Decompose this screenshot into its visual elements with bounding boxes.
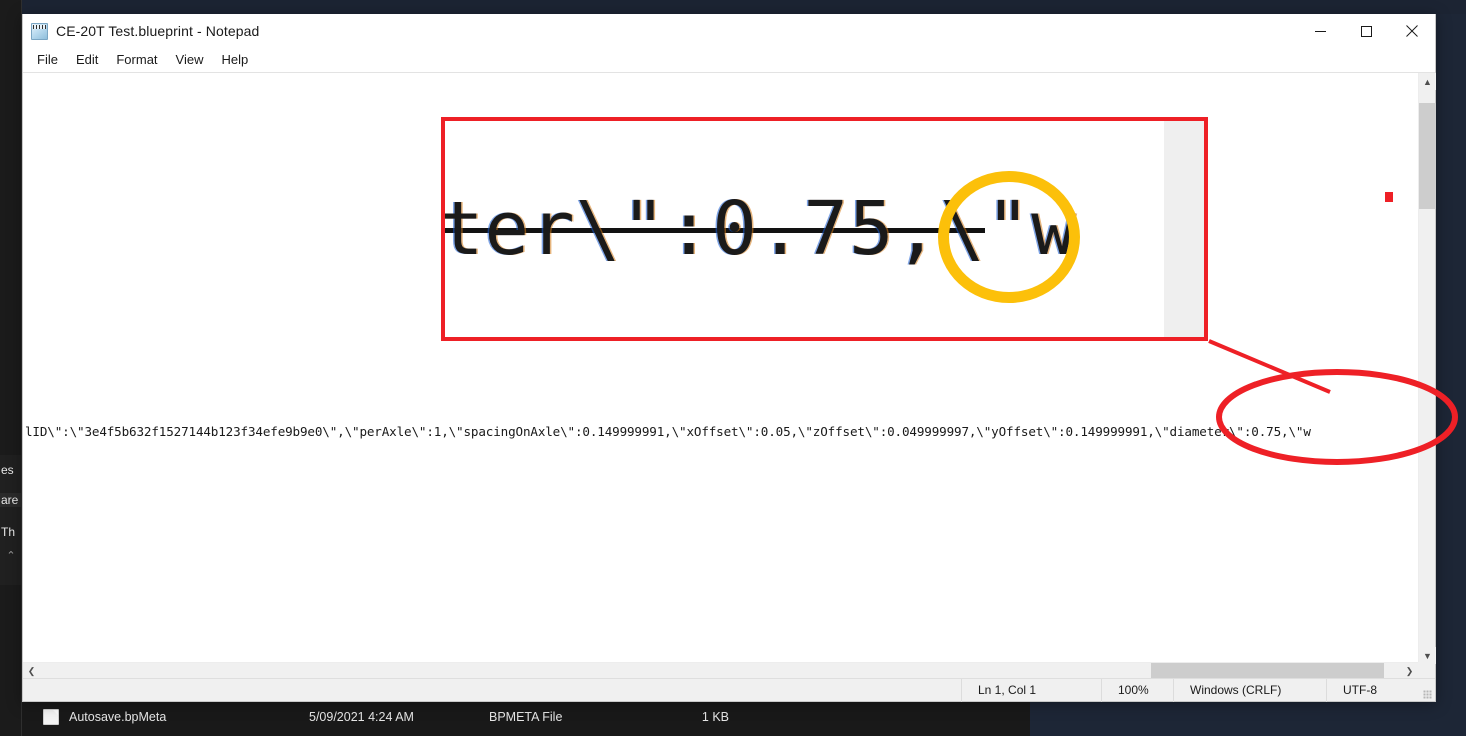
top-edge-strip [0,0,1466,14]
file-size: 1 KB [701,710,729,724]
scroll-left-button[interactable]: ❮ [23,663,40,679]
title-bar[interactable]: CE-20T Test.blueprint - Notepad [23,14,1435,48]
file-date: 5/09/2021 4:24 AM [309,710,414,724]
status-zoom: 100% [1101,678,1173,702]
menu-item-help[interactable]: Help [212,49,257,71]
maximize-button[interactable] [1343,14,1389,48]
vertical-scrollbar[interactable]: ▲ ▼ [1418,73,1436,664]
editor-line-1: lID\":\"3e4f5b632f1527144b123f34efe9b9e0… [25,424,1311,439]
menu-item-format[interactable]: Format [107,49,166,71]
scroll-right-button[interactable]: ❯ [1401,663,1418,679]
red-square-marker [1385,192,1393,202]
magnified-scrollbar-strip [1164,121,1204,337]
close-button[interactable] [1389,14,1435,48]
document-file-icon [43,709,59,725]
resize-grip[interactable] [1418,679,1435,702]
close-icon [1406,25,1418,37]
notepad-icon [31,22,50,42]
yellow-highlight-circle [938,171,1080,303]
scroll-up-button[interactable]: ▲ [1419,73,1436,90]
nav-fragment-2[interactable]: are [0,493,22,507]
vertical-scrollbar-thumb[interactable] [1419,103,1436,209]
menu-item-edit[interactable]: Edit [67,49,107,71]
minimize-button[interactable] [1297,14,1343,48]
page-title: CE-20T Test.blueprint - Notepad [56,23,260,39]
status-spacer [23,679,961,702]
status-line-ending: Windows (CRLF) [1173,678,1326,702]
file-name: Autosave.bpMeta [69,710,167,724]
status-bar: Ln 1, Col 1 100% Windows (CRLF) UTF-8 [23,678,1435,702]
horizontal-scrollbar[interactable]: ❮ ❯ [23,662,1418,679]
scrollbar-corner [1418,662,1435,679]
magnifier-content: ter\":0.75,\"w [445,121,1204,337]
status-encoding: UTF-8 [1326,678,1418,702]
menu-item-file[interactable]: File [28,49,67,71]
menu-bar: File Edit Format View Help [23,48,1435,72]
file-type: BPMETA File [489,710,563,724]
explorer-nav-pane [0,0,22,736]
status-position: Ln 1, Col 1 [961,678,1101,702]
minimize-icon [1314,30,1326,32]
explorer-nav-items: es are Th [0,455,22,585]
magnifier-callout: ter\":0.75,\"w [441,117,1208,341]
screen: es are Th ⌃ Autosave.blueprint 5/09/2021… [0,0,1466,736]
nav-fragment-3[interactable]: Th [0,525,22,539]
nav-fragment-1[interactable]: es [0,463,22,477]
horizontal-scrollbar-thumb[interactable] [1151,663,1384,679]
window-controls [1297,14,1435,48]
chevron-up-icon[interactable]: ⌃ [2,548,20,564]
table-row[interactable]: Autosave.bpMeta 5/09/2021 4:24 AM BPMETA… [22,705,1030,729]
maximize-icon [1360,25,1372,37]
menu-item-view[interactable]: View [167,49,213,71]
